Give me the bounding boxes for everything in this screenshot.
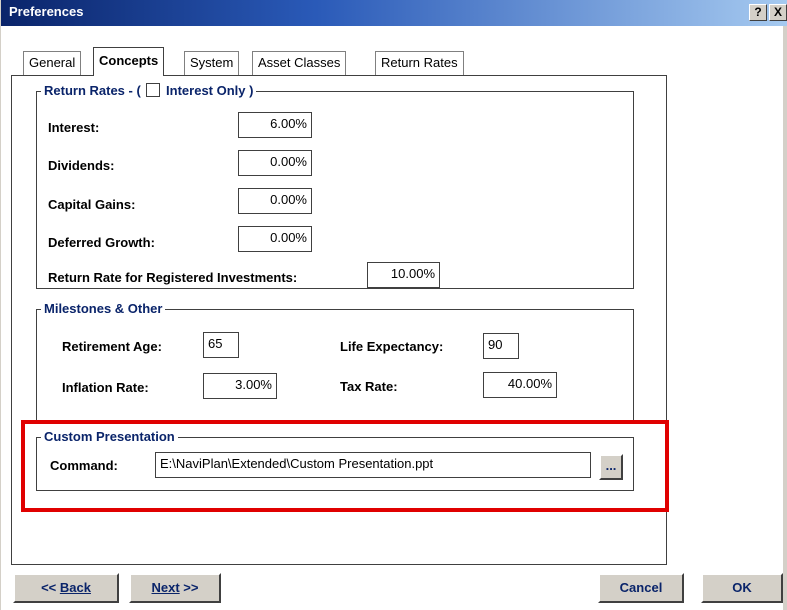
- back-arrows: <<: [41, 580, 60, 595]
- deferred-growth-label: Deferred Growth:: [48, 235, 155, 250]
- retirement-age-label: Retirement Age:: [62, 339, 162, 354]
- capital-gains-label: Capital Gains:: [48, 197, 136, 212]
- next-label: Next: [151, 580, 180, 595]
- inflation-rate-field[interactable]: 3.00%: [203, 373, 277, 399]
- next-arrows: >>: [179, 580, 199, 595]
- return-rates-group: Return Rates - ( Interest Only ) Interes…: [36, 83, 634, 289]
- command-field[interactable]: E:\NaviPlan\Extended\Custom Presentation…: [155, 452, 591, 478]
- dividends-field[interactable]: 0.00%: [238, 150, 312, 176]
- return-rates-legend-suffix: ): [249, 83, 254, 98]
- tab-return-rates[interactable]: Return Rates: [375, 51, 464, 75]
- tab-concepts[interactable]: Concepts: [93, 47, 165, 76]
- tax-rate-label: Tax Rate:: [340, 379, 398, 394]
- back-label: Back: [59, 580, 91, 595]
- interest-only-label[interactable]: Interest Only: [166, 83, 245, 98]
- cancel-button[interactable]: Cancel: [598, 573, 684, 603]
- milestones-legend: Milestones & Other: [41, 301, 166, 316]
- interest-only-checkbox[interactable]: [146, 83, 161, 97]
- custom-presentation-legend: Custom Presentation: [41, 429, 178, 444]
- deferred-growth-field[interactable]: 0.00%: [238, 226, 312, 252]
- tax-rate-field[interactable]: 40.00%: [483, 372, 557, 398]
- next-button[interactable]: Next >>: [129, 573, 221, 603]
- close-button[interactable]: X: [769, 4, 787, 21]
- tab-general[interactable]: General: [23, 51, 82, 75]
- preferences-dialog: Preferences ? X General Concepts System …: [0, 0, 787, 610]
- capital-gains-field[interactable]: 0.00%: [238, 188, 312, 214]
- title-bar[interactable]: Preferences ? X: [1, 0, 787, 26]
- life-expectancy-label: Life Expectancy:: [340, 339, 444, 354]
- ok-button[interactable]: OK: [701, 573, 783, 603]
- tab-asset-classes[interactable]: Asset Classes: [252, 51, 347, 75]
- back-button[interactable]: << Back: [13, 573, 119, 603]
- milestones-group: Milestones & Other Retirement Age: 65 Li…: [36, 301, 634, 421]
- inflation-rate-label: Inflation Rate:: [62, 380, 149, 395]
- window-edge: [783, 26, 787, 610]
- return-rates-legend: Return Rates - ( Interest Only ): [41, 83, 257, 98]
- retirement-age-field[interactable]: 65: [203, 332, 239, 358]
- dividends-label: Dividends:: [48, 158, 115, 173]
- registered-investments-label: Return Rate for Registered Investments:: [48, 270, 298, 285]
- tab-system[interactable]: System: [184, 51, 240, 75]
- interest-label: Interest:: [48, 120, 100, 135]
- help-button[interactable]: ?: [749, 4, 767, 21]
- window-title: Preferences: [9, 4, 84, 19]
- return-rates-legend-prefix: Return Rates - (: [44, 83, 141, 98]
- registered-investments-field[interactable]: 10.00%: [367, 262, 440, 288]
- custom-presentation-group: Custom Presentation Command: E:\NaviPlan…: [36, 429, 634, 491]
- interest-field[interactable]: 6.00%: [238, 112, 312, 138]
- browse-button[interactable]: ...: [599, 454, 623, 480]
- command-label: Command:: [50, 458, 118, 473]
- life-expectancy-field[interactable]: 90: [483, 333, 519, 359]
- concepts-panel: Return Rates - ( Interest Only ) Interes…: [11, 75, 667, 565]
